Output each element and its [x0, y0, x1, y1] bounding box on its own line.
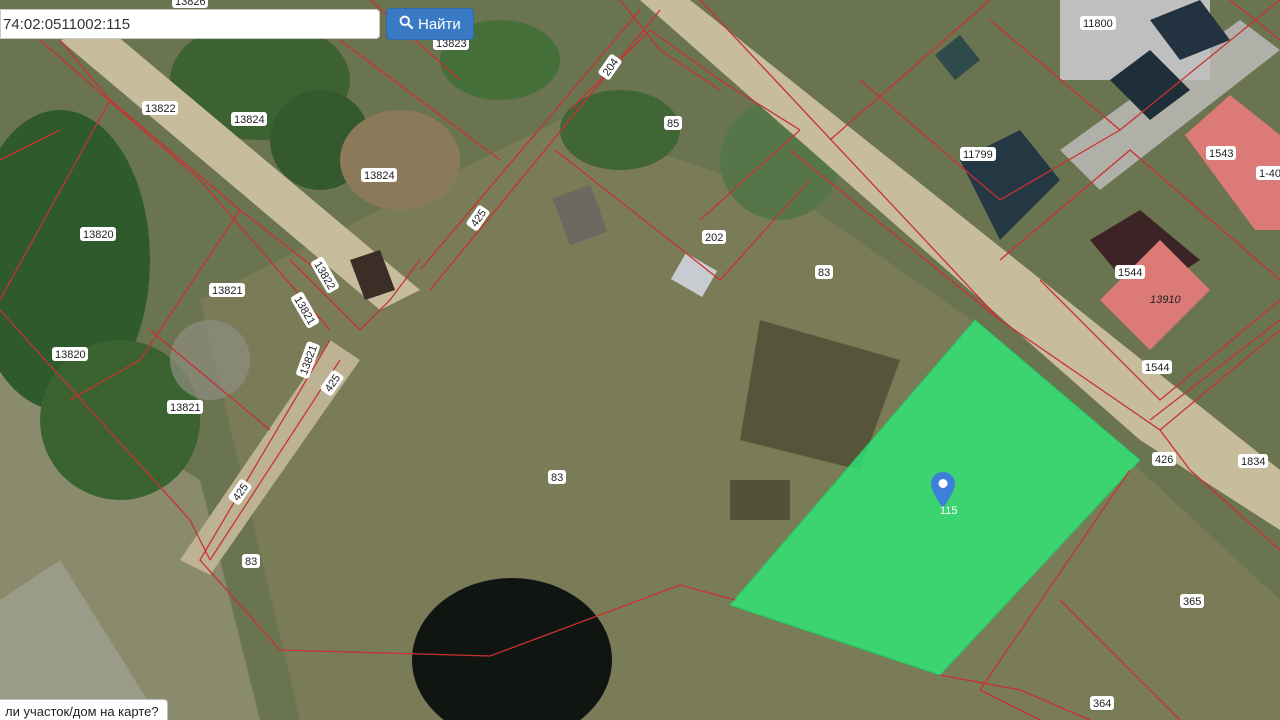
svg-text:1834: 1834	[1241, 456, 1265, 468]
search-bar: Найти	[0, 7, 474, 41]
parcel-label: 202	[702, 230, 726, 244]
svg-text:11800: 11800	[1083, 18, 1113, 30]
svg-text:1544: 1544	[1118, 267, 1142, 279]
svg-text:1-403: 1-403	[1259, 168, 1280, 180]
satellite-map[interactable]: 13826 13823 13822 13824 13824 13820 1382…	[0, 0, 1280, 720]
parcel-label: 13824	[231, 112, 267, 126]
parcel-label: 13820	[80, 227, 116, 241]
parcel-label: 11799	[960, 147, 996, 161]
svg-text:202: 202	[705, 232, 723, 244]
parcel-label: 83	[242, 554, 260, 568]
parcel-label: 13824	[361, 168, 397, 182]
svg-text:13820: 13820	[55, 349, 86, 361]
svg-text:426: 426	[1155, 454, 1173, 466]
parcel-label: 13821	[209, 283, 245, 297]
svg-text:11799: 11799	[963, 149, 993, 161]
search-button[interactable]: Найти	[386, 8, 474, 40]
parcel-label: 1544	[1142, 360, 1172, 374]
svg-text:83: 83	[551, 472, 563, 484]
parcel-label: 426	[1152, 452, 1176, 466]
parcel-label: 13822	[142, 101, 178, 115]
parcel-label: 83	[815, 265, 833, 279]
search-button-label: Найти	[418, 15, 461, 33]
parcel-label: 365	[1180, 594, 1204, 608]
marker-label: 115	[940, 505, 958, 517]
parcel-label: 1834	[1238, 454, 1268, 468]
parcel-label: 83	[548, 470, 566, 484]
svg-text:1544: 1544	[1145, 362, 1169, 374]
svg-text:13821: 13821	[170, 402, 201, 414]
svg-text:85: 85	[667, 118, 679, 130]
parcel-label: 1-403	[1256, 166, 1280, 180]
svg-text:1543: 1543	[1209, 148, 1233, 160]
svg-text:364: 364	[1093, 698, 1111, 710]
svg-text:13820: 13820	[83, 229, 114, 241]
svg-text:83: 83	[818, 267, 830, 279]
parcel-label: 1544	[1115, 265, 1145, 279]
help-tooltip[interactable]: ли участок/дом на карте?	[0, 699, 168, 720]
svg-text:13822: 13822	[145, 103, 176, 115]
parcel-label: 11800	[1080, 16, 1116, 30]
parcel-label: 13910	[1150, 294, 1181, 306]
svg-text:13824: 13824	[364, 170, 395, 182]
parcel-label: 364	[1090, 696, 1114, 710]
parcel-label: 13820	[52, 347, 88, 361]
parcel-label: 13821	[167, 400, 203, 414]
svg-text:365: 365	[1183, 596, 1201, 608]
search-icon	[399, 15, 414, 33]
svg-text:83: 83	[245, 556, 257, 568]
parcel-label: 85	[664, 116, 682, 130]
svg-text:13821: 13821	[212, 285, 243, 297]
parcel-label: 1543	[1206, 146, 1236, 160]
svg-text:13910: 13910	[1150, 294, 1181, 306]
svg-text:13824: 13824	[234, 114, 265, 126]
location-marker-icon[interactable]	[931, 472, 955, 508]
cadastral-search-input[interactable]	[0, 9, 380, 39]
